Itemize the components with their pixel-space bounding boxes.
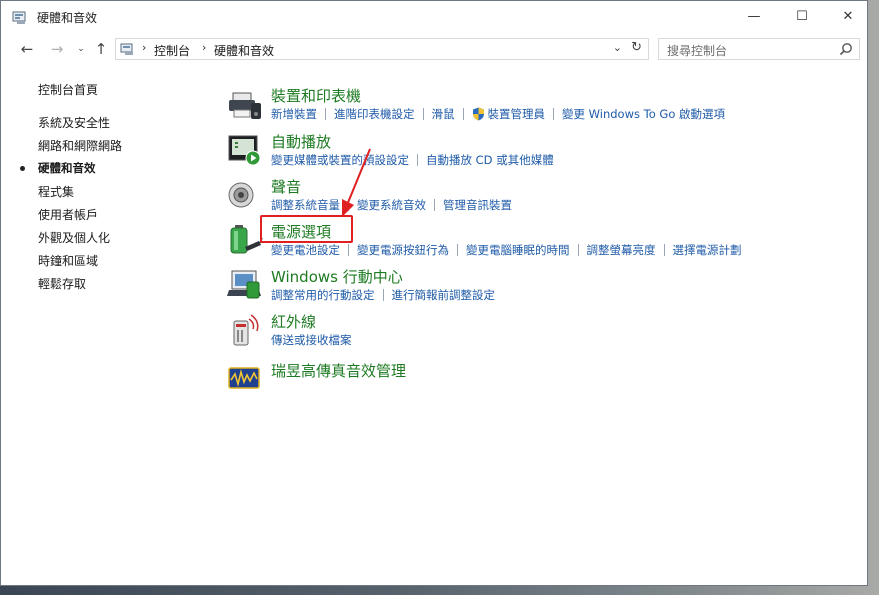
category-title-devices-printers[interactable]: 裝置和印表機: [271, 85, 361, 106]
power-options-battery-icon: [230, 225, 263, 254]
back-button[interactable]: ←: [17, 39, 37, 59]
link-change-battery-settings[interactable]: 變更電池設定: [271, 242, 340, 258]
chevron-down-icon: ⌄: [77, 44, 85, 54]
link-divider: [457, 244, 458, 256]
link-divider: [348, 244, 349, 256]
breadcrumb-control-panel[interactable]: 控制台: [154, 42, 190, 59]
category-links-mobility-center: 調整常用的行動設定 進行簡報前調整設定: [271, 287, 495, 303]
sidebar-item-programs[interactable]: 程式集: [38, 183, 74, 200]
link-manage-audio-devices[interactable]: 管理音訊裝置: [443, 197, 512, 213]
maximize-icon: ☐: [796, 8, 808, 24]
link-mouse[interactable]: 滑鼠: [432, 106, 455, 122]
sidebar-item-control-panel-home[interactable]: 控制台首頁: [38, 81, 98, 98]
address-bar[interactable]: › 控制台 › 硬體和音效 ⌄ ↻: [115, 38, 649, 60]
sidebar-item-ease-of-access[interactable]: 輕鬆存取: [38, 275, 86, 292]
search-placeholder: 搜尋控制台: [667, 44, 728, 58]
link-divider: [553, 108, 554, 120]
link-adjust-brightness[interactable]: 調整螢幕亮度: [587, 242, 656, 258]
link-divider: [422, 108, 424, 120]
link-choose-power-plan[interactable]: 選擇電源計劃: [673, 242, 742, 258]
sound-speaker-icon: [228, 182, 254, 208]
close-button[interactable]: ✕: [825, 1, 871, 31]
link-presentation-settings[interactable]: 進行簡報前調整設定: [392, 287, 496, 303]
autoplay-icon: [228, 135, 261, 166]
link-autoplay-cd[interactable]: 自動播放 CD 或其他媒體: [426, 152, 554, 168]
up-button[interactable]: ↑: [91, 39, 111, 59]
link-advanced-printer-setup[interactable]: 進階印表機設定: [334, 106, 415, 122]
sidebar-item-network-internet[interactable]: 網路和網際網路: [38, 137, 122, 154]
annotation-arrow-icon: [342, 148, 371, 217]
realtek-audio-icon: [228, 367, 260, 389]
window-title: 硬體和音效: [37, 11, 98, 25]
link-change-sleep-time[interactable]: 變更電腦睡眠的時間: [466, 242, 570, 258]
link-device-manager[interactable]: 裝置管理員: [488, 106, 546, 122]
current-item-bullet-icon: [20, 166, 25, 171]
control-panel-window: 硬體和音效 — ☐ ✕ ← → ⌄ ↑ › 控制台 › 硬體和音效 ⌄ ↻ 搜尋…: [0, 0, 868, 586]
category-links-power-options: 變更電池設定 變更電源按鈕行為 變更電腦睡眠的時間 調整螢幕亮度 選擇電源計劃: [271, 242, 742, 258]
minimize-icon: —: [747, 8, 761, 24]
breadcrumb-separator-icon: ›: [142, 41, 147, 54]
link-add-device[interactable]: 新增裝置: [271, 106, 317, 122]
devices-printers-icon: [229, 92, 261, 119]
sidebar-item-user-accounts[interactable]: 使用者帳戶: [38, 206, 98, 223]
link-change-power-button[interactable]: 變更電源按鈕行為: [357, 242, 449, 258]
infrared-icon: [233, 314, 259, 346]
breadcrumb-hardware-sound[interactable]: 硬體和音效: [214, 42, 274, 59]
control-panel-icon: [120, 43, 133, 55]
title-bar: 硬體和音效 — ☐ ✕: [1, 1, 867, 33]
link-divider: [325, 108, 326, 120]
arrow-up-icon: ↑: [94, 40, 108, 58]
category-links-sound: 調整系統音量 變更系統音效 管理音訊裝置: [271, 197, 512, 213]
sidebar-item-appearance[interactable]: 外觀及個人化: [38, 229, 110, 246]
search-icon[interactable]: [839, 42, 853, 56]
sidebar-item-clock-region[interactable]: 時鐘和區域: [38, 252, 98, 269]
link-divider: [434, 199, 435, 211]
control-panel-icon: [12, 11, 26, 24]
category-title-realtek-audio[interactable]: 瑞昱高傳真音效管理: [271, 360, 406, 381]
category-title-sound[interactable]: 聲音: [271, 176, 301, 197]
breadcrumb-separator-icon: ›: [202, 41, 207, 54]
sidebar-item-system-security[interactable]: 系統及安全性: [38, 114, 110, 131]
link-divider: [663, 244, 665, 256]
link-divider: [417, 154, 418, 166]
arrow-left-icon: ←: [20, 40, 34, 58]
maximize-button[interactable]: ☐: [779, 1, 825, 31]
address-dropdown-icon[interactable]: ⌄: [613, 41, 622, 54]
category-links-infrared: 傳送或接收檔案: [271, 332, 352, 348]
arrow-right-icon: →: [50, 40, 64, 58]
uac-shield-icon: [472, 107, 484, 121]
close-icon: ✕: [842, 8, 854, 24]
category-links-devices-printers: 新增裝置 進階印表機設定 滑鼠 裝置管理員 變更 Windows To Go 啟…: [271, 106, 725, 122]
forward-button[interactable]: →: [47, 39, 67, 59]
recent-locations-button[interactable]: ⌄: [71, 39, 91, 59]
link-windows-to-go[interactable]: 變更 Windows To Go 啟動選項: [562, 106, 725, 122]
mobility-center-icon: [227, 270, 261, 299]
link-divider: [382, 289, 384, 301]
category-links-autoplay: 變更媒體或裝置的預設設定 自動播放 CD 或其他媒體: [271, 152, 554, 168]
search-input[interactable]: 搜尋控制台: [658, 38, 860, 60]
link-adjust-mobility-settings[interactable]: 調整常用的行動設定: [271, 287, 375, 303]
minimize-button[interactable]: —: [731, 1, 777, 31]
link-divider: [577, 244, 579, 256]
refresh-icon[interactable]: ↻: [631, 40, 642, 55]
sidebar-item-hardware-sound[interactable]: 硬體和音效: [38, 160, 96, 176]
link-send-receive-files[interactable]: 傳送或接收檔案: [271, 332, 352, 348]
category-title-infrared[interactable]: 紅外線: [271, 311, 316, 332]
category-title-mobility-center[interactable]: Windows 行動中心: [271, 266, 403, 287]
link-divider: [462, 108, 464, 120]
